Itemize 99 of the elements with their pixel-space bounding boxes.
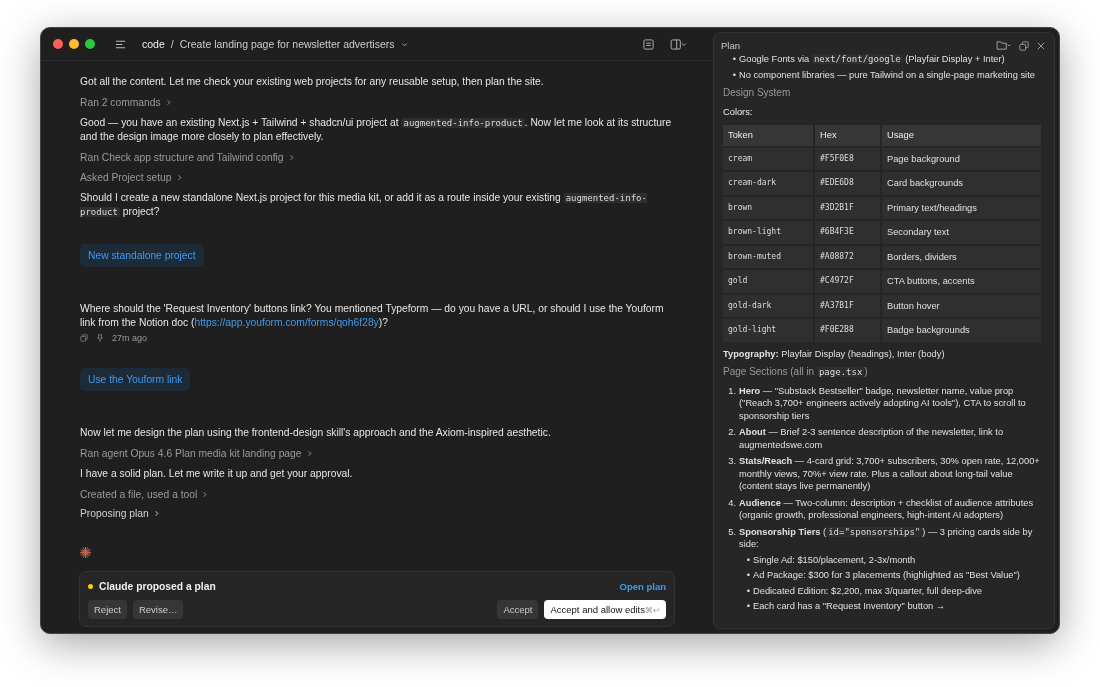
close-icon[interactable] [1037,41,1045,50]
list-marker: • [745,569,751,582]
list-marker: 5. [727,525,737,538]
panel-title: Plan [721,40,740,51]
plan-bullet: No component libraries — pure Tailwind on a single-page marketing site [739,68,1036,81]
table-cell: Button hover [882,294,1041,317]
list-marker: • [745,553,751,566]
table-cell: #3D2B1F [815,196,880,219]
table-cell: #A08872 [815,245,880,268]
tool-step-toggle[interactable]: Asked Project setup [80,171,183,184]
tool-step-toggle[interactable]: Created a file, used a tool [80,488,209,501]
folder-icon[interactable] [996,40,1011,51]
copy-icon[interactable] [80,334,88,342]
colors-label: Colors: [723,105,754,118]
table-cell: Primary text/headings [882,196,1041,219]
zoom-window-button[interactable] [85,39,95,49]
table-cell: brown [723,196,813,219]
tier-bullet: Single Ad: $150/placement, 2-3x/month [753,553,917,566]
chevron-right-icon [201,491,209,498]
list-marker: 1. [727,384,737,397]
table-cell: Card backgrounds [882,172,1041,195]
column-header: Hex [815,125,880,146]
tier-bullet: Each card has a "Request Inventory" button → [753,600,947,613]
plan-action-button[interactable]: Reject [88,600,127,619]
tool-step-toggle[interactable]: Proposing plan [80,508,160,518]
message-text: I have a solid plan. Let me write it up and get your approval. [80,467,353,481]
proposal-title: Claude proposed a plan [99,581,216,592]
section-heading: Page Sections (all in page.tsx ) [723,366,869,379]
chevron-down-icon[interactable] [400,40,408,48]
table-cell: #F5F0E8 [815,147,880,170]
tier-bullet: Dedicated Edition: $2,200, max 3/quarter, full deep-dive [753,584,983,597]
section-item: Hero — "Substack Bestseller" badge, newsletter name, value prop ("Reach 3,700+ engineers actively adopting AI tools"), CTA to scroll to sponsorship tiers [739,384,1027,422]
conversation-title[interactable]: Create landing page for newsletter advertisers [179,38,395,50]
pin-icon[interactable] [96,334,104,342]
chevron-right-icon [164,99,172,106]
sidebar-toggle-icon[interactable] [670,38,687,50]
asterisk-icon [80,547,91,558]
document-icon[interactable] [643,38,654,50]
tool-step-toggle[interactable]: Ran agent Opus 4.6 Plan media kit landing page [80,447,313,460]
tool-step-toggle[interactable]: Ran 2 commands [80,96,172,109]
breadcrumb-separator: / [170,38,174,50]
chevron-right-icon [152,509,160,517]
section-item: Audience — Two-column: description + checklist of audience attributes (organic growth, professional engineers, high-intent AI adopters) [739,496,1035,522]
column-header: Usage [882,125,1041,146]
link[interactable]: https://app.youform.com/forms/qoh6f28y [194,317,379,328]
chevron-right-icon [305,450,313,457]
section-heading: Design System [723,87,792,100]
table-cell: #F0E2B8 [815,319,880,342]
tier-bullet: Ad Package: $300 for 3 placements (highlighted as "Best Value") [753,569,1021,582]
table-cell: brown-light [723,221,813,244]
answer-chip[interactable]: New standalone project [80,244,204,267]
plan-action-button[interactable]: Accept [497,600,539,619]
section-item: About — Brief 2-3 sentence description of the newsletter, link to augmentedswe.com [739,426,1005,451]
table-cell: #A37B1F [815,294,880,317]
table-cell: Secondary text [882,221,1041,244]
table-cell: #EDE6D8 [815,172,880,195]
minimize-window-button[interactable] [69,39,79,49]
typography-note: Typography: Playfair Display (headings), Inter (body) [723,347,946,360]
table-cell: brown-muted [723,245,813,268]
message-text: Got all the content. Let me check your existing web projects for any reusable setup, then plan the site. [80,75,544,89]
menu-icon[interactable] [115,38,126,50]
table-cell: #6B4F3E [815,221,880,244]
table-cell: cream-dark [723,172,813,195]
open-plan-link[interactable]: Open plan [619,581,666,592]
chevron-right-icon [175,174,183,181]
list-marker: • [745,600,751,613]
table-cell: gold-light [723,319,813,342]
column-header: Token [723,125,813,146]
tool-step-toggle[interactable]: Ran Check app structure and Tailwind config [80,151,295,164]
section-item: Stats/Reach — 4-card grid: 3,700+ subscribers, 30% open rate, 12,000+ monthly views, 70%+ view rate. Plus a callout about long-tail value (content stays live permanently) [739,455,1041,493]
answer-chip[interactable]: Use the Youform link [80,368,191,391]
plan-bullet: Google Fonts via next/font/google (Playfair Display + Inter) [739,53,1006,66]
table-cell: cream [723,147,813,170]
table-cell: Badge backgrounds [882,319,1041,342]
message-text: Where should the 'Request Inventory' buttons link? You mentioned Typeform — do you have a URL, or should I use the Youform link from the Notion doc (https://app.youform.com/forms/qoh6f28y)? [80,302,665,330]
message-text: Good — you have an existing Next.js + Tailwind + shadcn/ui project at augmented-info-product . Now let me look at its structure and the design image more closely to plan effectively. [80,116,673,144]
message-text: Now let me design the plan using the frontend-design skill's approach and the Axiom-inspired aesthetic. [80,426,551,440]
table-cell: gold-dark [723,294,813,317]
section-item: Sponsorship Tiers ( id="sponsorships" ) — 3 pricing cards side by side: [739,525,1034,551]
list-marker: • [731,53,737,66]
plan-action-button[interactable]: Revise… [132,600,184,619]
table-cell: Page background [882,147,1041,170]
list-marker: • [731,68,737,81]
close-window-button[interactable] [53,39,63,49]
copy-icon[interactable] [1019,40,1029,51]
status-dot-icon [88,584,93,589]
chevron-right-icon [287,154,295,161]
table-cell: gold [723,270,813,293]
list-marker: 2. [727,426,737,439]
project-name: code [142,38,165,50]
list-marker: 4. [727,496,737,509]
message-text: Should I create a new standalone Next.js project for this media kit, or add it as a route inside your existing augmented-info-product project? [80,191,648,219]
list-marker: 3. [727,455,737,468]
table-cell: CTA buttons, accents [882,270,1041,293]
timestamp: 27m ago [112,333,148,343]
list-marker: • [745,584,751,597]
plan-action-button[interactable]: Accept and allow edits⌘↩ [544,600,666,619]
table-cell: Borders, dividers [882,245,1041,268]
table-cell: #C4972F [815,270,880,293]
